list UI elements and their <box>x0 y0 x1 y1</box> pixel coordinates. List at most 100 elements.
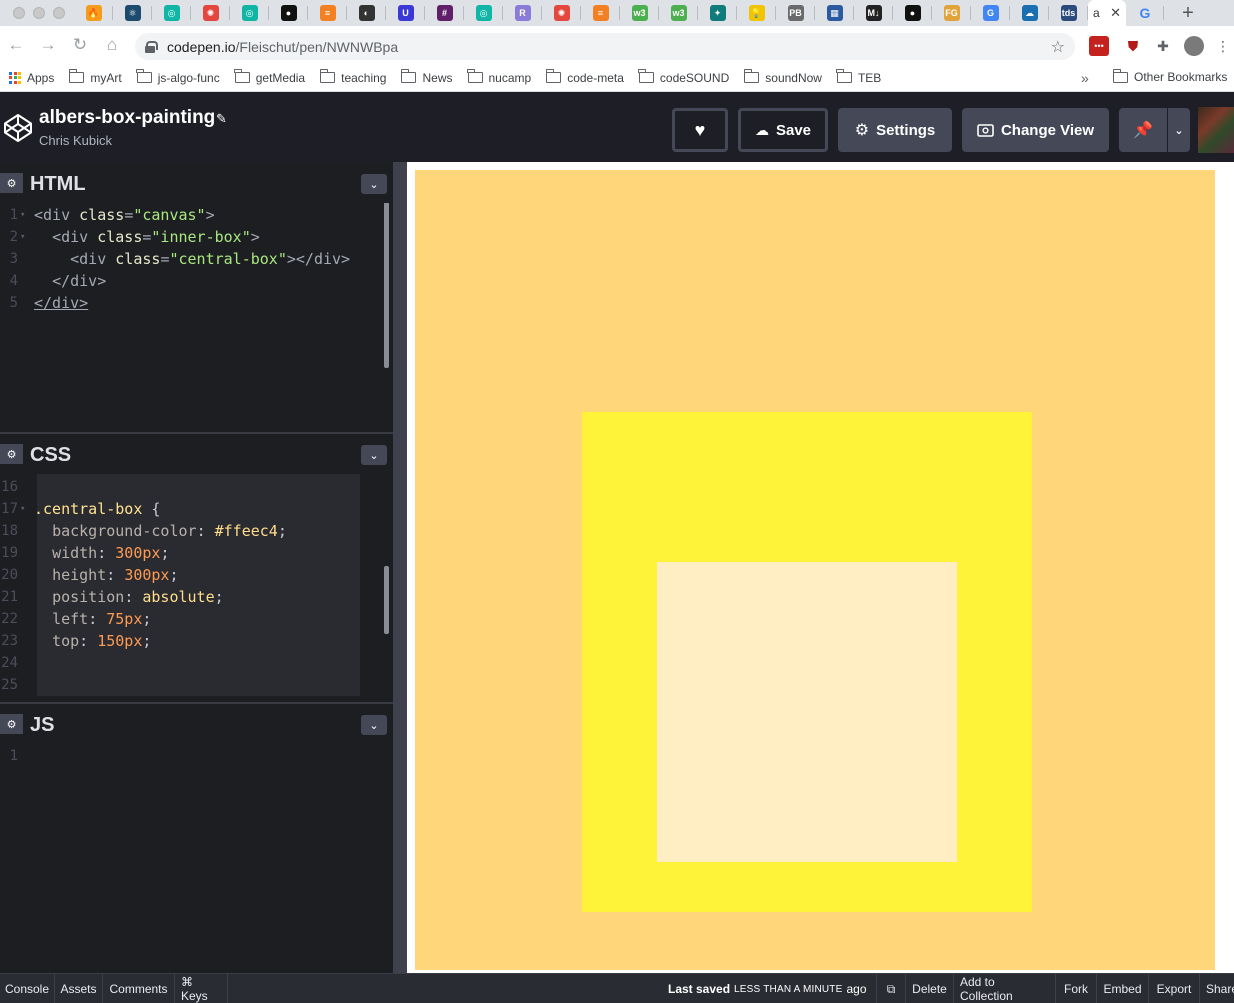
pen-title[interactable]: albers-box-painting <box>39 107 215 129</box>
embed-button[interactable]: Embed <box>1097 974 1149 1003</box>
extension-ublock-icon[interactable]: ⛊ <box>1123 36 1143 56</box>
browser-tab[interactable]: ⚛ <box>113 0 152 26</box>
pin-button[interactable]: 📌 <box>1119 108 1167 152</box>
share-button[interactable]: Share <box>1200 974 1234 1003</box>
reload-icon[interactable]: ↻ <box>64 35 96 55</box>
bookmark-folder[interactable]: myArt <box>68 69 122 85</box>
bookmark-apps[interactable]: Apps <box>9 71 54 85</box>
profile-avatar-icon[interactable] <box>1184 36 1204 56</box>
extension-lastpass-icon[interactable]: ••• <box>1089 36 1109 56</box>
bookmark-folder[interactable]: codeSOUND <box>638 69 729 85</box>
browser-tab[interactable]: ◎ <box>464 0 503 26</box>
console-button[interactable]: Console <box>0 974 55 1003</box>
bookmark-folder[interactable]: teaching <box>319 69 386 85</box>
other-bookmarks[interactable]: Other Bookmarks <box>1112 68 1228 84</box>
browser-tab[interactable]: ✺ <box>191 0 230 26</box>
pin-dropdown-button[interactable]: ⌄ <box>1168 108 1190 152</box>
browser-tab[interactable]: ● <box>893 0 932 26</box>
browser-tab[interactable]: ◎ <box>152 0 191 26</box>
fork-button[interactable]: Fork <box>1056 974 1097 1003</box>
bookmark-folder[interactable]: nucamp <box>467 69 531 85</box>
back-icon[interactable]: ← <box>0 35 32 55</box>
zoom-window-button[interactable] <box>53 7 65 19</box>
html-collapse-chevron-icon[interactable]: ⌄ <box>361 174 387 194</box>
codepen-logo-icon[interactable] <box>3 113 33 143</box>
browser-tab[interactable]: ● <box>269 0 308 26</box>
browser-menu-icon[interactable]: ⋮ <box>1216 36 1230 56</box>
browser-tab[interactable]: ◎ <box>230 0 269 26</box>
folder-icon <box>136 69 152 83</box>
browser-tab[interactable]: ≡ <box>308 0 347 26</box>
browser-tab[interactable]: w3 <box>659 0 698 26</box>
assets-button[interactable]: Assets <box>55 974 103 1003</box>
fold-arrow-icon[interactable]: ▾ <box>20 210 34 220</box>
codepen-icon: ✺ <box>553 5 570 21</box>
user-avatar[interactable] <box>1198 107 1234 153</box>
export-button[interactable]: Export <box>1149 974 1200 1003</box>
browser-tab[interactable]: ◐ <box>347 0 386 26</box>
pencil-icon[interactable]: ✎ <box>216 111 227 127</box>
browser-tab[interactable]: w3 <box>620 0 659 26</box>
css-collapse-chevron-icon[interactable]: ⌄ <box>361 445 387 465</box>
css-settings-gear-icon[interactable]: ⚙ <box>0 444 23 464</box>
html-code-editor[interactable]: 1 ▾ <div class="canvas"> 2 ▾ <div class="in… <box>0 203 393 432</box>
close-tab-icon[interactable]: ✕ <box>1110 5 1121 21</box>
close-window-button[interactable] <box>13 7 25 19</box>
new-tab-button[interactable]: + <box>1168 2 1208 25</box>
more-bookmarks-icon[interactable]: » <box>1081 70 1089 86</box>
browser-tab[interactable]: ≡ <box>581 0 620 26</box>
bookmark-folder[interactable]: code-meta <box>545 69 624 85</box>
bookmark-folder[interactable]: News <box>400 69 453 85</box>
delete-button[interactable]: Delete <box>906 974 954 1003</box>
bookmark-folder[interactable]: getMedia <box>234 69 305 85</box>
keys-button[interactable]: ⌘ Keys <box>175 974 228 1003</box>
js-collapse-chevron-icon[interactable]: ⌄ <box>361 715 387 735</box>
browser-tab[interactable]: ✦ <box>698 0 737 26</box>
css-scrollbar[interactable] <box>384 566 389 634</box>
open-external-button[interactable]: ⧉ <box>876 974 906 1003</box>
heart-icon: ♥ <box>694 119 706 140</box>
bookmark-folder[interactable]: soundNow <box>743 69 822 85</box>
fold-arrow-icon[interactable]: ▾ <box>20 504 34 514</box>
browser-tab[interactable]: PB <box>776 0 815 26</box>
browser-tab[interactable]: ✺ <box>542 0 581 26</box>
other-bookmarks-label: Other Bookmarks <box>1134 70 1228 84</box>
share-label: Share <box>1206 982 1234 996</box>
browser-tab[interactable]: FG <box>932 0 971 26</box>
extensions-puzzle-icon[interactable]: ✚ <box>1153 36 1173 56</box>
browser-tab[interactable]: tds <box>1049 0 1088 26</box>
browser-tab[interactable]: U <box>386 0 425 26</box>
browser-tab[interactable]: 💡 <box>737 0 776 26</box>
active-browser-tab[interactable]: a ✕ <box>1088 0 1126 26</box>
save-button[interactable]: ☁ Save <box>738 108 828 152</box>
add-to-collection-button[interactable]: Add to Collection <box>954 974 1056 1003</box>
home-icon[interactable]: ⌂ <box>96 35 128 55</box>
love-button[interactable]: ♥ <box>672 108 728 152</box>
browser-tab[interactable]: ▦ <box>815 0 854 26</box>
css-code-editor[interactable]: 16 17 ▾ .central-box { 18 background-color… <box>0 474 393 702</box>
forward-icon[interactable]: → <box>32 35 64 55</box>
browser-tab-google[interactable]: G <box>1126 0 1164 26</box>
html-scrollbar[interactable] <box>384 203 389 368</box>
bookmark-folder[interactable]: js-algo-func <box>136 69 220 85</box>
comments-button[interactable]: Comments <box>103 974 175 1003</box>
minimize-window-button[interactable] <box>33 7 45 19</box>
browser-tab[interactable]: # <box>425 0 464 26</box>
address-bar[interactable]: codepen.io/Fleischut/pen/NWNWBpa ☆ <box>135 33 1075 60</box>
html-settings-gear-icon[interactable]: ⚙ <box>0 173 23 193</box>
pen-author[interactable]: Chris Kubick <box>39 133 112 148</box>
browser-tab[interactable]: M↓ <box>854 0 893 26</box>
folder-icon <box>743 69 760 83</box>
change-view-button[interactable]: Change View <box>962 108 1109 152</box>
browser-tab[interactable]: G <box>971 0 1010 26</box>
browser-tab[interactable]: R <box>503 0 542 26</box>
browser-tab[interactable]: 🔥 <box>74 0 113 26</box>
js-settings-gear-icon[interactable]: ⚙ <box>0 714 23 734</box>
bookmark-star-icon[interactable]: ☆ <box>1051 37 1065 57</box>
js-code-editor[interactable]: 1 <box>0 744 393 973</box>
fold-arrow-icon[interactable]: ▾ <box>20 232 34 242</box>
resize-gutter[interactable] <box>393 162 407 973</box>
settings-button[interactable]: ⚙ Settings <box>838 108 952 152</box>
browser-tab[interactable]: ☁ <box>1010 0 1049 26</box>
bookmark-folder[interactable]: TEB <box>836 69 881 85</box>
